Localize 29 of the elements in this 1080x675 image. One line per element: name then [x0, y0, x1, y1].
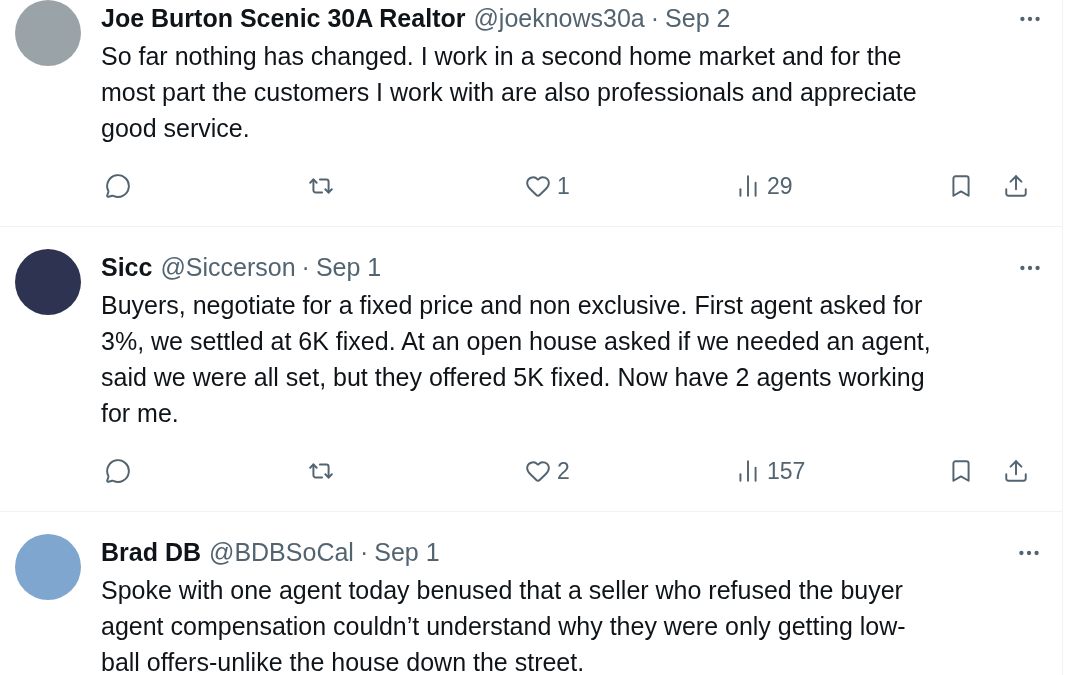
share-icon: [1003, 458, 1029, 484]
like-button[interactable]: 2: [525, 453, 570, 489]
reply-icon: [105, 458, 131, 484]
reply-button[interactable]: [105, 173, 131, 199]
heart-icon: [525, 173, 551, 199]
post-date[interactable]: Sep 1: [374, 534, 440, 572]
views-button[interactable]: 29: [735, 168, 793, 204]
author-name[interactable]: Brad DB: [101, 534, 201, 572]
separator-dot: ·: [650, 3, 660, 35]
separator-dot: ·: [301, 252, 310, 284]
post-text: Spoke with one agent today benused that a seller who refused the buyer agent compensation couldn’t understand why they were only getting low- ball offers-unlike the house down the street.: [101, 575, 907, 675]
reply-icon: [105, 173, 131, 199]
post-date[interactable]: Sep 1: [315, 249, 382, 287]
post-text: Buyers, negotiate for a fixed price and non exclusive. First agent asked for 3%, we settled at 6K fixed. At an open house asked if we needed an agent, said we were all set, but they offered 5K fixed. Now have 2 agents working for me.: [101, 290, 932, 429]
like-button[interactable]: 1: [525, 168, 570, 204]
author-handle[interactable]: @joeknows30a: [473, 0, 645, 38]
author-name[interactable]: Joe Burton Scenic 30A Realtor: [101, 0, 466, 38]
reply-button[interactable]: [105, 458, 131, 484]
post-date[interactable]: Sep 2: [665, 0, 731, 38]
author-handle[interactable]: @BDBSoCal: [209, 534, 354, 572]
post-text: So far nothing has changed. I work in a second home market and for the most part the customers I work with are also professionals and appreciate good service.: [101, 41, 918, 144]
share-icon: [1003, 173, 1029, 199]
heart-icon: [525, 458, 551, 484]
share-button[interactable]: [1003, 173, 1029, 199]
separator-dot: ·: [359, 537, 369, 569]
share-button[interactable]: [1003, 458, 1029, 484]
views-button[interactable]: 157: [735, 453, 806, 489]
author-handle[interactable]: @Siccerson: [160, 249, 296, 287]
author-name[interactable]: Sicc: [101, 249, 153, 287]
